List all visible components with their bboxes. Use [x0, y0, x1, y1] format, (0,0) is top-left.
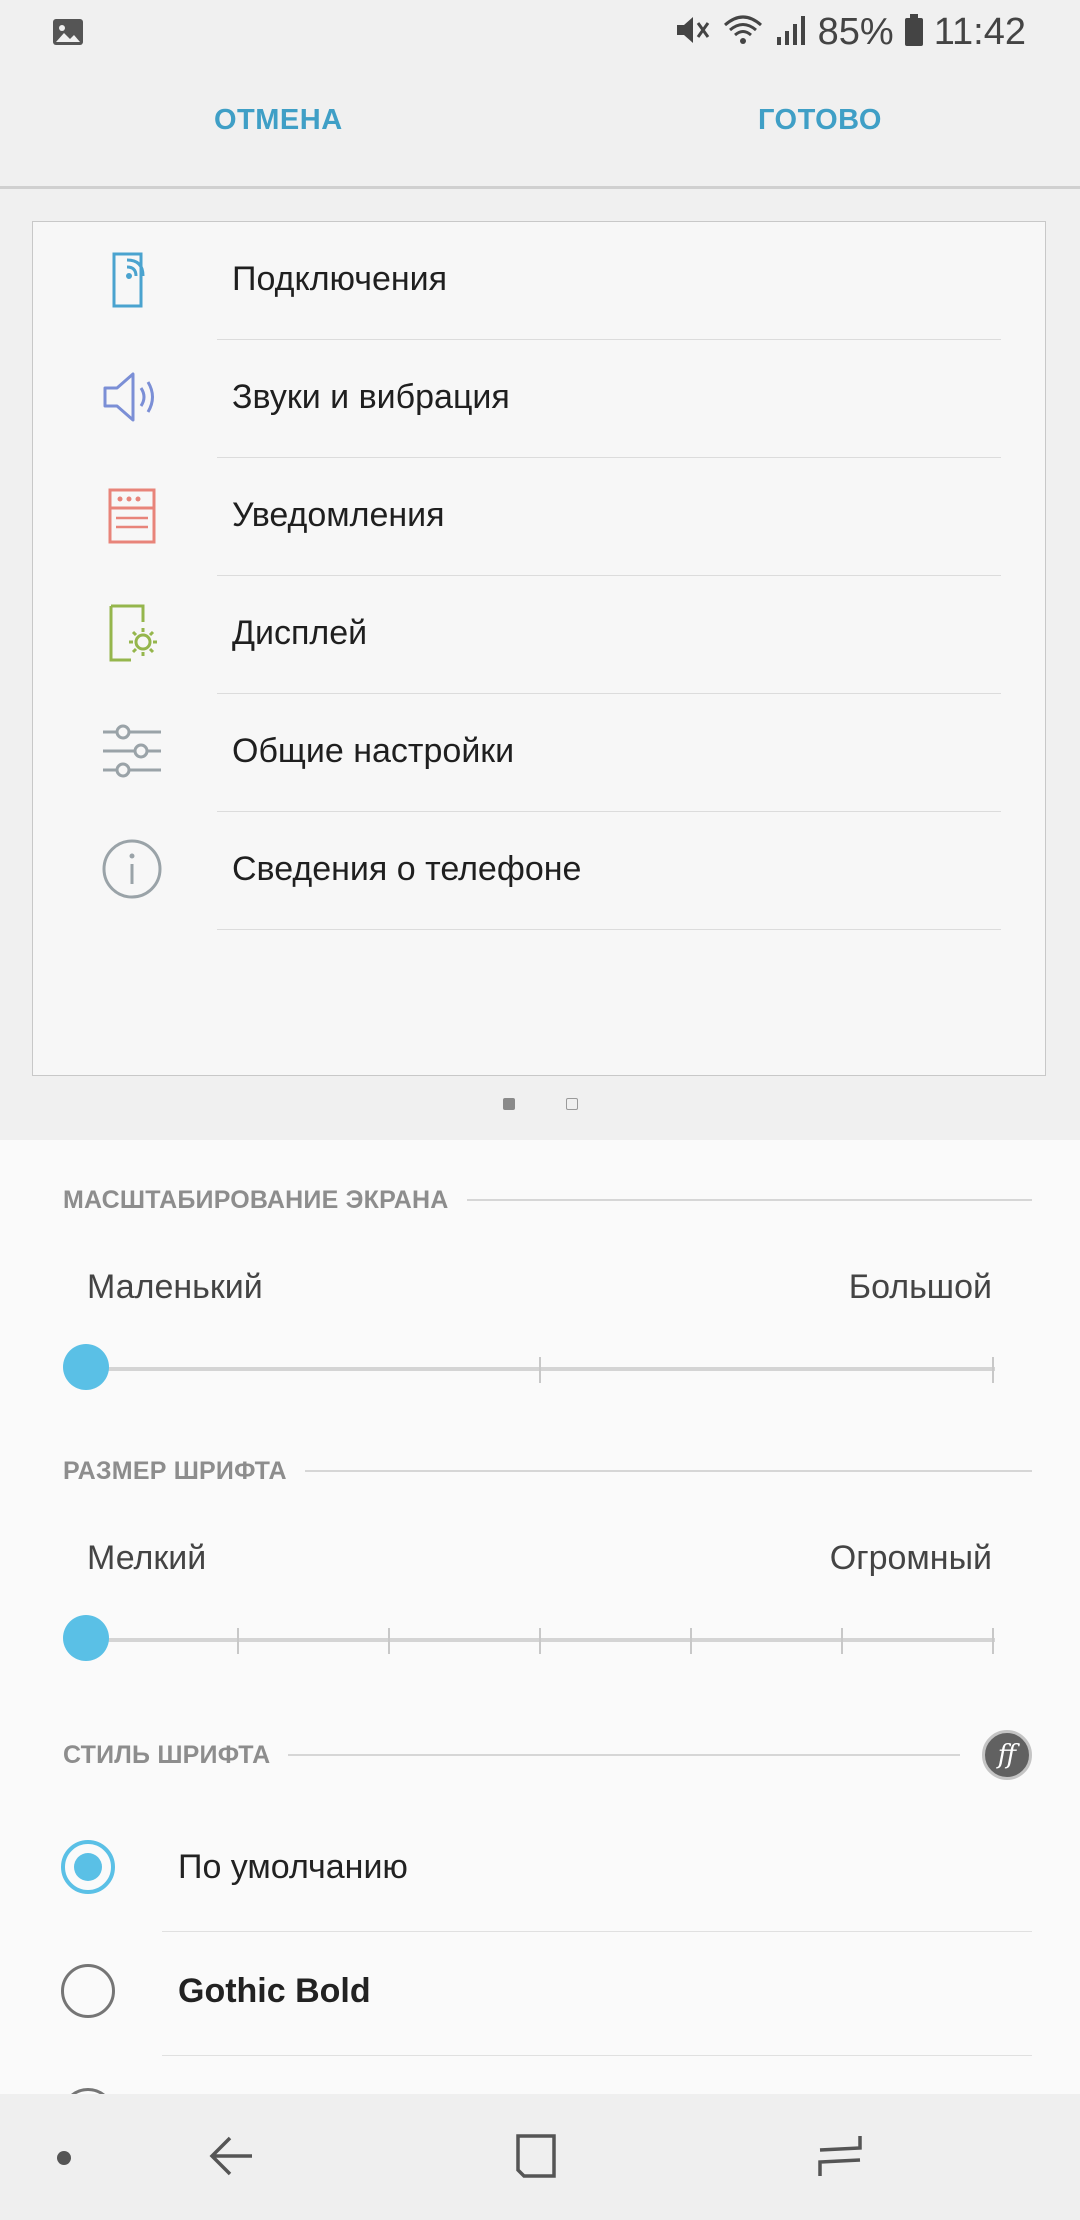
- connections-icon: [99, 246, 165, 312]
- display-icon: [99, 600, 165, 666]
- font-option-partial[interactable]: [0, 2056, 1080, 2094]
- slider-thumb[interactable]: [63, 1344, 109, 1390]
- slider-track: [87, 1367, 995, 1371]
- gallery-icon: [52, 18, 84, 51]
- slider-tick: [690, 1628, 692, 1654]
- mute-icon: [674, 13, 712, 52]
- preview-item-sounds: Звуки и вибрация: [33, 340, 1047, 458]
- radio-button-checked[interactable]: [61, 1840, 115, 1894]
- signal-icon: [774, 13, 808, 52]
- font-size-max-label: Огромный: [829, 1539, 992, 1577]
- slider-tick: [237, 1628, 239, 1654]
- navigation-bar: [0, 2094, 1080, 2220]
- font-size-slider[interactable]: [63, 1614, 995, 1664]
- preview-item-label: Подключения: [232, 260, 448, 298]
- cancel-button[interactable]: ОТМЕНА: [214, 104, 343, 137]
- preview-item-general: Общие настройки: [33, 694, 1047, 812]
- battery-percent: 85%: [817, 10, 894, 53]
- section-divider: [304, 1470, 1032, 1472]
- page-dot[interactable]: [566, 1098, 578, 1110]
- slider-tick: [992, 1628, 994, 1654]
- wifi-icon: [722, 13, 764, 52]
- sound-icon: [99, 364, 165, 430]
- preview-item-display: Дисплей: [33, 576, 1047, 694]
- battery-icon: [904, 13, 924, 52]
- section-divider: [466, 1199, 1032, 1201]
- preview-item-label: Звуки и вибрация: [232, 378, 510, 416]
- slider-tick: [992, 1357, 994, 1383]
- preview-item-label: Дисплей: [232, 614, 368, 652]
- slider-tick: [539, 1357, 541, 1383]
- home-icon[interactable]: [512, 2132, 560, 2185]
- zoom-min-label: Маленький: [87, 1268, 263, 1306]
- general-settings-icon: [99, 718, 165, 784]
- clock: 11:42: [933, 10, 1026, 53]
- slider-thumb[interactable]: [63, 1615, 109, 1661]
- download-fonts-icon[interactable]: ff: [982, 1730, 1032, 1780]
- font-option-label: Gothic Bold: [178, 1972, 371, 2010]
- preview-item-about-phone: Сведения о телефоне: [33, 812, 1047, 930]
- page-dot-active[interactable]: [503, 1098, 515, 1110]
- nav-dot-icon[interactable]: [56, 2150, 72, 2171]
- done-button[interactable]: ГОТОВО: [758, 104, 882, 137]
- slider-track: [87, 1638, 995, 1642]
- font-style-header: СТИЛЬ ШРИФТА: [63, 1738, 960, 1772]
- preview-item-label: Уведомления: [232, 496, 445, 534]
- screen-zoom-header: МАСШТАБИРОВАНИЕ ЭКРАНА: [63, 1183, 1032, 1217]
- zoom-max-label: Большой: [848, 1268, 992, 1306]
- page-indicator: [0, 1098, 1080, 1114]
- font-option-gothic-bold[interactable]: Gothic Bold: [0, 1932, 1080, 2056]
- font-size-header: РАЗМЕР ШРИФТА: [63, 1454, 1032, 1488]
- preview-item-connections: Подключения: [33, 222, 1047, 340]
- screen-zoom-slider[interactable]: [63, 1343, 995, 1393]
- status-bar: 85% 11:42: [0, 0, 1080, 62]
- slider-tick: [539, 1628, 541, 1654]
- section-title: РАЗМЕР ШРИФТА: [63, 1456, 287, 1485]
- section-divider: [288, 1754, 960, 1756]
- action-bar: ОТМЕНА ГОТОВО: [0, 62, 1080, 189]
- font-option-label: По умолчанию: [178, 1848, 408, 1886]
- font-option-default[interactable]: По умолчанию: [0, 1808, 1080, 1932]
- notifications-icon: [99, 482, 165, 548]
- recent-apps-icon[interactable]: [814, 2132, 862, 2185]
- section-title: СТИЛЬ ШРИФТА: [63, 1740, 271, 1769]
- preview-item-label: Сведения о телефоне: [232, 850, 582, 888]
- back-icon[interactable]: [208, 2132, 256, 2185]
- radio-button[interactable]: [61, 1964, 115, 2018]
- slider-tick: [388, 1628, 390, 1654]
- settings-panel: МАСШТАБИРОВАНИЕ ЭКРАНА Маленький Большой…: [0, 1140, 1080, 2094]
- divider: [217, 928, 1001, 930]
- info-icon: [99, 836, 165, 902]
- font-size-min-label: Мелкий: [87, 1539, 207, 1577]
- preview-card[interactable]: Подключения Звуки и вибрация Уведомления…: [32, 221, 1046, 1076]
- preview-item-label: Общие настройки: [232, 732, 515, 770]
- section-title: МАСШТАБИРОВАНИЕ ЭКРАНА: [63, 1185, 449, 1214]
- slider-tick: [841, 1628, 843, 1654]
- preview-item-notifications: Уведомления: [33, 458, 1047, 576]
